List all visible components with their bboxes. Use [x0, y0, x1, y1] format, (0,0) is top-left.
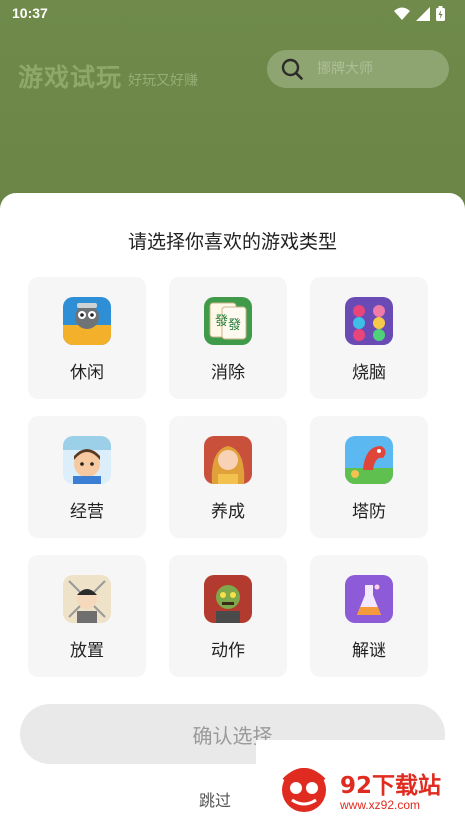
category-card-idle[interactable]: 放置	[28, 555, 146, 677]
category-card-casual[interactable]: 休闲	[28, 277, 146, 399]
category-label: 动作	[211, 641, 245, 661]
category-card-tower-defense[interactable]: 塔防	[310, 416, 428, 538]
app-subtitle: 好玩又好赚	[128, 73, 198, 89]
category-card-puzzle[interactable]: 烧脑	[310, 277, 428, 399]
mahjong-tile-icon: 發發	[204, 297, 252, 345]
rebirth-boy-icon	[63, 436, 111, 484]
search-icon	[281, 58, 303, 80]
category-card-management[interactable]: 经营	[28, 416, 146, 538]
status-time: 10:37	[12, 5, 48, 21]
signal-icon	[416, 6, 430, 21]
category-label: 休闲	[70, 363, 104, 383]
wifi-icon	[394, 7, 410, 20]
category-label: 养成	[211, 502, 245, 522]
skip-button[interactable]: 跳过	[199, 787, 231, 811]
zombie-icon	[204, 575, 252, 623]
app-title: 游戏试玩	[18, 63, 123, 92]
status-bar: 10:37	[0, 0, 465, 28]
site-watermark: 92下载站 www.xz92.com	[256, 740, 465, 827]
color-balls-icon	[345, 297, 393, 345]
watermark-url: www.xz92.com	[340, 798, 421, 812]
svg-text:發: 發	[228, 318, 241, 333]
swordsman-icon	[63, 575, 111, 623]
category-card-nurture[interactable]: 养成	[169, 416, 287, 538]
watermark-logo-icon	[282, 768, 326, 812]
dragon-icon	[345, 436, 393, 484]
svg-text:發: 發	[215, 314, 228, 329]
search-input[interactable]	[315, 60, 429, 78]
category-label: 塔防	[352, 502, 386, 522]
potion-icon	[345, 575, 393, 623]
category-label: 解谜	[352, 641, 386, 661]
category-card-action[interactable]: 动作	[169, 555, 287, 677]
sheet-title: 请选择你喜欢的游戏类型	[127, 231, 337, 253]
girl-portrait-icon	[204, 436, 252, 484]
battery-icon	[436, 6, 445, 21]
category-card-riddle[interactable]: 解谜	[310, 555, 428, 677]
category-sheet: 请选择你喜欢的游戏类型 休闲 發發 消除 烧脑 经营 养成 塔防 放置 动作 解…	[0, 193, 465, 827]
search-bar[interactable]	[267, 50, 449, 88]
category-label: 放置	[70, 641, 104, 661]
watermark-brand: 92下载站	[340, 773, 442, 799]
category-label: 消除	[211, 363, 245, 383]
category-card-match[interactable]: 發發 消除	[169, 277, 287, 399]
status-icons	[394, 6, 445, 21]
category-label: 烧脑	[352, 363, 386, 383]
category-label: 经营	[70, 502, 104, 522]
casual-game-icon	[63, 297, 111, 345]
